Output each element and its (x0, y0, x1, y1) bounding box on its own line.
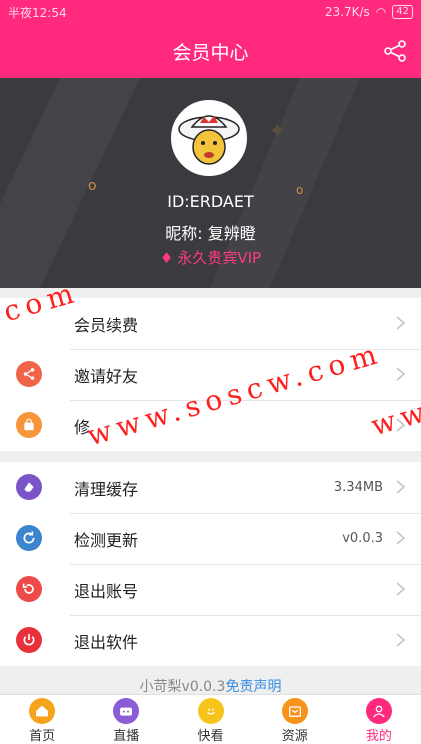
page-title: 会员中心 (172, 41, 249, 64)
vip-status: ♦ 永久贵宾VIP (0, 247, 421, 268)
user-nickname: 昵称: 复辨瞪 (165, 224, 256, 243)
menu-item-check-update[interactable]: 检测更新 v0.0.3 (0, 513, 421, 564)
cache-size: 3.34MB (333, 480, 383, 495)
status-time: 半夜12:54 (8, 5, 67, 20)
wifi-icon: ◠ (375, 5, 387, 19)
chevron-right-icon (396, 316, 405, 330)
menu-label: 会员续费 (74, 315, 139, 335)
user-id: ID:ERDAET (167, 192, 254, 211)
tab-mine[interactable]: 我的 (337, 695, 421, 744)
menu-label: 邀请好友 (74, 366, 139, 386)
user-icon (365, 698, 392, 724)
home-icon (29, 698, 56, 724)
smile-icon (197, 698, 224, 724)
logout-icon (16, 576, 42, 602)
app-version: 小苛梨v0.0.3 (139, 679, 226, 695)
version-value: v0.0.3 (342, 531, 383, 546)
tab-live[interactable]: 直播 (84, 695, 168, 744)
menu-label: 检测更新 (74, 530, 139, 550)
share-icon (16, 361, 42, 387)
refresh-icon (16, 525, 42, 551)
network-speed: 23.7K/s (324, 5, 370, 19)
tab-home[interactable]: 首页 (0, 695, 84, 744)
eraser-icon (16, 474, 42, 500)
bottom-tab-bar: 首页 直播 快看 资源 我的 (0, 694, 421, 744)
chevron-right-icon (396, 367, 405, 381)
menu-item-exit-app[interactable]: 退出软件 (0, 615, 421, 666)
box-icon (281, 698, 308, 724)
menu-label: 清理缓存 (74, 479, 139, 499)
tab-label: 直播 (113, 729, 140, 744)
bag-icon (16, 412, 42, 438)
svg-text:✦: ✦ (268, 119, 286, 144)
footer: 小苛梨v0.0.3免责声明 (0, 676, 421, 696)
tab-watch[interactable]: 快看 (168, 695, 252, 744)
status-bar: 半夜12:54 23.7K/s ◠ 42 (0, 0, 421, 24)
menu-label: 退出账号 (74, 581, 139, 601)
avatar[interactable] (171, 100, 247, 176)
battery-icon: 42 (392, 5, 413, 19)
live-icon (113, 698, 140, 724)
tab-label: 资源 (281, 729, 308, 744)
disclaimer-link[interactable]: 免责声明 (225, 679, 281, 695)
menu-group-settings: 清理缓存 3.34MB 检测更新 v0.0.3 退出账号 退出软件 (0, 462, 421, 666)
menu-item-clear-cache[interactable]: 清理缓存 3.34MB (0, 462, 421, 513)
chevron-right-icon (396, 531, 405, 545)
tab-label: 首页 (29, 729, 56, 744)
share-icon[interactable] (383, 39, 407, 63)
tab-label: 我的 (365, 729, 392, 744)
menu-item-logout[interactable]: 退出账号 (0, 564, 421, 615)
profile-banner: o o ✦ ID:ERDAET 昵称: 复辨瞪 ♦ 永久贵宾VIP (0, 78, 421, 288)
power-icon (16, 627, 42, 653)
tab-resources[interactable]: 资源 (253, 695, 337, 744)
vip-label: 永久贵宾VIP (177, 249, 262, 267)
chevron-right-icon (396, 480, 405, 494)
tab-label: 快看 (197, 729, 224, 744)
menu-label: 退出软件 (74, 632, 139, 652)
diamond-icon: ♦ (159, 249, 174, 267)
app-header: 会员中心 (0, 24, 421, 78)
chevron-right-icon (396, 582, 405, 596)
chevron-right-icon (396, 633, 405, 647)
